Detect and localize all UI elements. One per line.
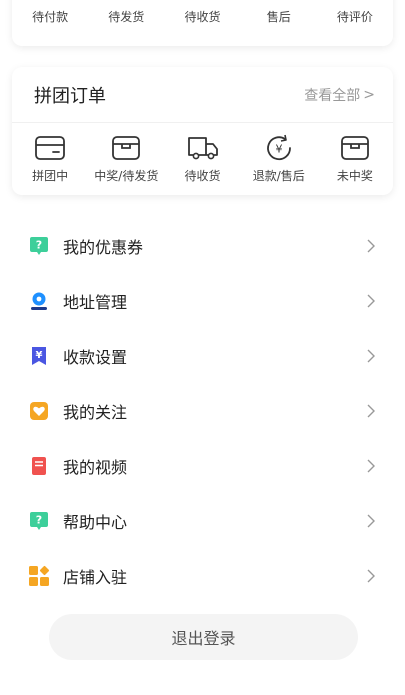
order-pending-shipment[interactable]: 待发货 bbox=[88, 0, 164, 25]
menu-item-label: 地址管理 bbox=[63, 292, 128, 312]
comment-icon bbox=[338, 0, 372, 4]
order-status-label: 待付款 bbox=[32, 10, 69, 24]
help-icon: ? bbox=[28, 510, 50, 532]
group-not-won[interactable]: 未中奖 bbox=[317, 133, 393, 184]
chevron-right-icon bbox=[367, 404, 375, 417]
wallet-icon bbox=[33, 0, 67, 4]
chevron-right-icon bbox=[367, 239, 375, 252]
menu-item-label: 收款设置 bbox=[63, 347, 128, 367]
video-book-icon bbox=[28, 455, 50, 477]
chevron-right-icon bbox=[367, 569, 375, 582]
menu-item-label: 帮助中心 bbox=[63, 512, 128, 532]
menu-item-shop-settlement[interactable]: 店铺入驻 bbox=[0, 548, 405, 603]
menu-item-payment-settings[interactable]: ¥ 收款设置 bbox=[0, 328, 405, 383]
box-icon bbox=[109, 133, 143, 163]
coupon-icon: ? bbox=[28, 235, 50, 257]
order-pending-receipt[interactable]: 待收货 bbox=[164, 0, 240, 25]
order-status-label: 待发货 bbox=[108, 10, 145, 24]
order-status-row: 待付款 待发货 待收货 售后 待评价 bbox=[12, 0, 393, 25]
yuan-bookmark-icon: ¥ bbox=[28, 345, 50, 367]
refund-icon bbox=[262, 0, 296, 4]
group-in-progress[interactable]: 拼团中 bbox=[12, 133, 88, 184]
svg-text:¥: ¥ bbox=[36, 350, 43, 361]
menu-item-address[interactable]: 地址管理 bbox=[0, 273, 405, 328]
menu-item-coupons[interactable]: ? 我的优惠券 bbox=[0, 218, 405, 273]
view-all-link[interactable]: 查看全部 > bbox=[304, 85, 375, 105]
menu-item-videos[interactable]: 我的视频 bbox=[0, 438, 405, 493]
wallet-icon bbox=[33, 133, 67, 163]
menu-item-following[interactable]: 我的关注 bbox=[0, 383, 405, 438]
profile-page: 待付款 待发货 待收货 售后 待评价 拼团订单 查看全部 > 拼团中 中奖/待发… bbox=[0, 0, 405, 695]
settings-menu: ? 我的优惠券 地址管理 ¥ 收款设置 我的关注 我的视频 ? 帮助中心 店铺入… bbox=[0, 218, 405, 603]
svg-text:¥: ¥ bbox=[275, 143, 282, 156]
group-order-row: 拼团中 中奖/待发货 待收货 ¥ 退款/售后 未中奖 bbox=[12, 133, 393, 184]
logout-button[interactable]: 退出登录 bbox=[49, 614, 358, 660]
menu-item-help-center[interactable]: ? 帮助中心 bbox=[0, 493, 405, 548]
chevron-right-icon bbox=[367, 459, 375, 472]
chevron-right-icon bbox=[367, 294, 375, 307]
order-pending-review[interactable]: 待评价 bbox=[317, 0, 393, 25]
location-pin-icon bbox=[28, 290, 50, 312]
group-won-pending-shipment[interactable]: 中奖/待发货 bbox=[88, 133, 164, 184]
chevron-right-icon: > bbox=[363, 86, 375, 103]
truck-icon bbox=[186, 0, 220, 4]
box-icon bbox=[338, 133, 372, 163]
chevron-right-icon bbox=[367, 349, 375, 362]
refund-icon: ¥ bbox=[262, 133, 296, 163]
order-after-sales[interactable]: 售后 bbox=[241, 0, 317, 25]
group-order-card: 拼团订单 查看全部 > 拼团中 中奖/待发货 待收货 ¥ 退款/售后 未中奖 bbox=[12, 67, 393, 195]
group-pending-receipt[interactable]: 待收货 bbox=[164, 133, 240, 184]
box-icon bbox=[109, 0, 143, 4]
group-status-label: 待收货 bbox=[184, 169, 221, 183]
order-status-label: 待评价 bbox=[336, 10, 373, 24]
group-status-label: 未中奖 bbox=[336, 169, 373, 183]
order-status-label: 售后 bbox=[266, 10, 291, 24]
order-pending-payment[interactable]: 待付款 bbox=[12, 0, 88, 25]
menu-item-label: 我的视频 bbox=[63, 457, 128, 477]
menu-item-label: 店铺入驻 bbox=[63, 567, 128, 587]
shop-grid-icon bbox=[28, 565, 50, 587]
group-order-header: 拼团订单 查看全部 > bbox=[12, 67, 393, 123]
group-status-label: 退款/售后 bbox=[252, 169, 305, 183]
chevron-right-icon bbox=[367, 514, 375, 527]
menu-item-label: 我的关注 bbox=[63, 402, 128, 422]
heart-icon bbox=[28, 400, 50, 422]
truck-icon bbox=[186, 133, 220, 163]
group-status-label: 拼团中 bbox=[32, 169, 69, 183]
group-status-label: 中奖/待发货 bbox=[94, 169, 159, 183]
view-all-label: 查看全部 bbox=[304, 87, 361, 104]
order-status-label: 待收货 bbox=[184, 10, 221, 24]
menu-item-label: 我的优惠券 bbox=[63, 237, 144, 257]
svg-text:?: ? bbox=[36, 238, 42, 251]
svg-text:?: ? bbox=[36, 513, 42, 526]
order-status-card: 待付款 待发货 待收货 售后 待评价 bbox=[12, 0, 393, 46]
group-refund-after-sales[interactable]: ¥ 退款/售后 bbox=[241, 133, 317, 184]
group-order-title: 拼团订单 bbox=[34, 85, 106, 107]
